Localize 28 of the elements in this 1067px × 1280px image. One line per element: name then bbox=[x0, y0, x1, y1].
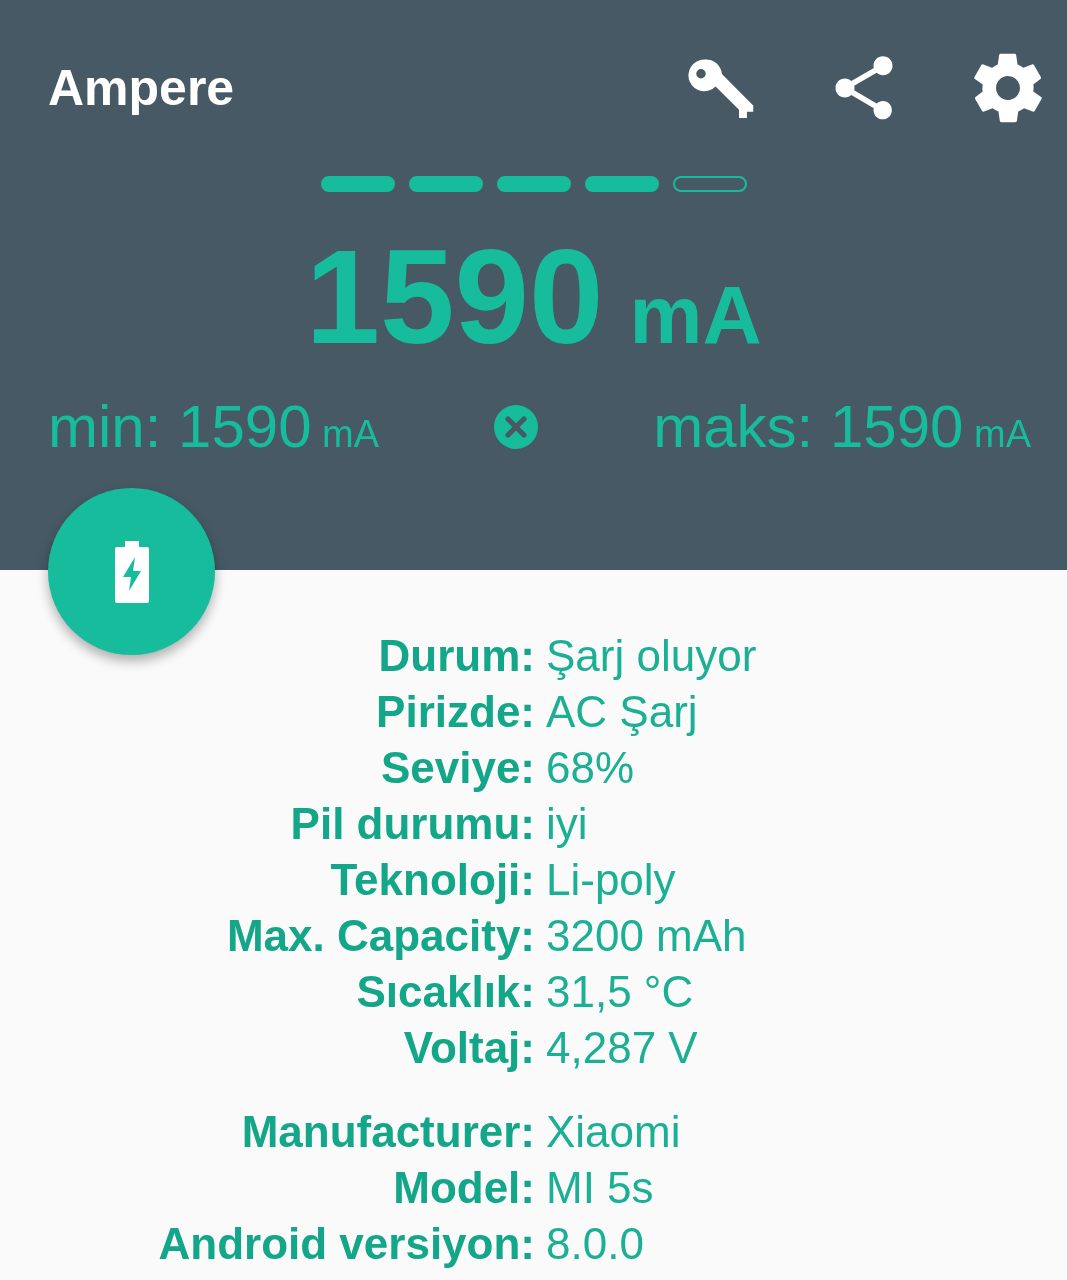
info-label: Teknoloji: bbox=[329, 854, 535, 906]
info-value: Şarj oluyor bbox=[546, 630, 758, 682]
info-label: Manufacturer: bbox=[240, 1106, 535, 1158]
info-label: Sıcaklık: bbox=[355, 966, 535, 1018]
info-value: AC Şarj bbox=[546, 686, 699, 738]
current-value: 1590 bbox=[305, 230, 604, 364]
info-value: 4,287 V bbox=[546, 1022, 699, 1074]
info-value: 31,5 °C bbox=[546, 966, 695, 1018]
info-value: MI 5s bbox=[546, 1162, 655, 1214]
min-reading: min: 1590 mA bbox=[48, 392, 380, 461]
info-label: Pirizde: bbox=[375, 686, 535, 738]
info-label: Pil durumu: bbox=[289, 798, 535, 850]
info-value: Xiaomi bbox=[546, 1106, 682, 1158]
info-value: iyi bbox=[546, 798, 589, 850]
app-title: Ampere bbox=[48, 59, 236, 117]
info-value: 8.0.0 bbox=[546, 1218, 645, 1270]
info-value: 68% bbox=[546, 742, 636, 794]
current-unit: mA bbox=[629, 274, 762, 356]
info-label: Android versiyon: bbox=[157, 1218, 535, 1270]
info-label: Durum: bbox=[377, 630, 535, 682]
info-label: Model: bbox=[392, 1162, 535, 1214]
info-label: Seviye: bbox=[379, 742, 535, 794]
info-value: 3200 mAh bbox=[546, 910, 748, 962]
info-label: Max. Capacity: bbox=[225, 910, 535, 962]
info-value: Li-poly bbox=[546, 854, 677, 906]
max-reading: maks: 1590 mA bbox=[653, 392, 1031, 461]
clear-icon[interactable] bbox=[492, 402, 541, 451]
info-label: Voltaj: bbox=[402, 1022, 535, 1074]
